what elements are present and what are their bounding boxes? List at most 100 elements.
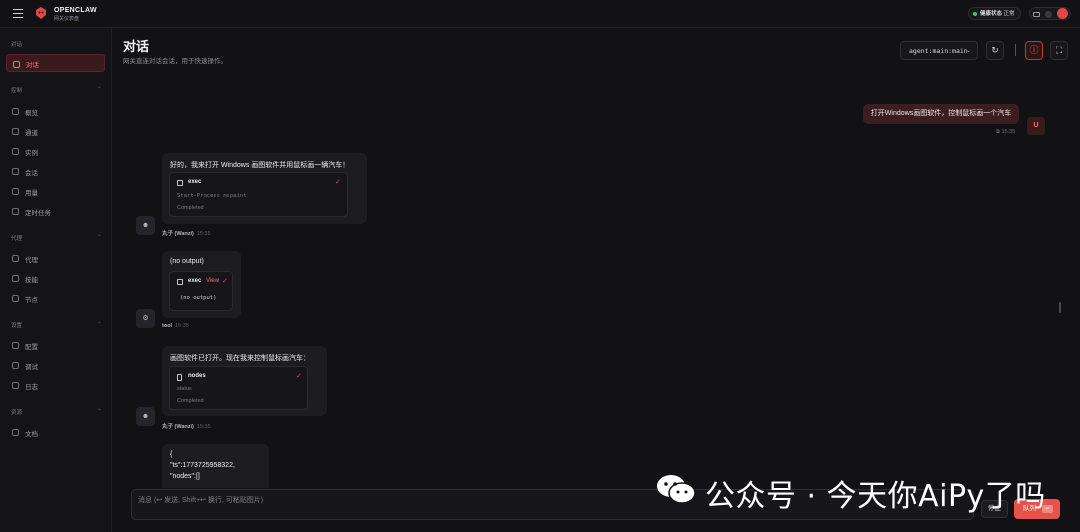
tool-avatar: ⚙ [136,309,155,328]
assistant-message: 画图软件已打开。现在我来控制鼠标画汽车： nodes ✓ status Comp… [162,346,327,416]
sidebar-item-config[interactable]: 配置 [6,336,105,354]
check-icon: ✓ [296,373,302,380]
section-title: 代理 [11,236,23,242]
message-meta: 丸子 (Wanzi) 15:35 [162,422,211,430]
book-icon [12,429,19,436]
sidebar-item-label: 定时任务 [25,210,51,217]
sender-name: 丸子 (Wanzi) [162,424,194,430]
sender-name: tool [162,323,173,329]
page-title: 对话 [123,39,150,54]
copy-icon[interactable]: ⧉ [996,129,1000,135]
sidebar-item-label: 概览 [25,110,38,117]
wechat-icon [657,475,696,504]
sidebar-section-control[interactable]: 控制 ⌃ [11,86,102,94]
agent-select-value: agent:main:main [909,47,968,55]
sidebar-item-nodes[interactable]: 节点 [6,289,105,307]
monitor-icon[interactable] [1033,12,1040,17]
sidebar: 对话 对话 控制 ⌃ 概览 通道 实例 会话 用量 定时任务 代理 ⌃ 代理 技… [0,28,112,532]
brand-subtitle: 网关仪表盘 [54,16,80,22]
sidebar-section-resources[interactable]: 资源 ⌃ [11,408,102,416]
sidebar-item-overview[interactable]: 概览 [6,102,105,120]
chart-icon [12,108,19,115]
sidebar-item-label: 日志 [25,384,38,391]
sidebar-item-cron[interactable]: 定时任务 [6,202,105,220]
json-line: "nodes":[] [170,473,200,480]
message-time: 15:35 [196,231,211,237]
sidebar-item-label: 用量 [25,190,38,197]
health-value: 正常 [1003,11,1015,17]
message-text: (no output) [170,258,204,265]
clock-icon [12,208,19,215]
sidebar-item-channels[interactable]: 通道 [6,122,105,140]
copy-icon [177,279,183,285]
radio-icon [12,148,19,155]
json-line: { [170,451,173,458]
user-avatar: U [1027,117,1045,135]
tool-name: exec [188,179,202,185]
health-label: 健康状态 [980,11,1003,17]
tool-message: (no output) exec View ✓ (no output) [162,251,241,318]
assistant-avatar: ☻ [136,216,155,235]
sidebar-item-label: 对话 [26,62,39,69]
phone-icon [177,374,182,381]
sidebar-item-label: 实例 [25,150,38,157]
divider [1015,44,1016,56]
status-dot-icon [973,12,977,16]
menu-icon[interactable] [13,9,23,18]
sidebar-item-instances[interactable]: 实例 [6,142,105,160]
sidebar-section-agents[interactable]: 代理 ⌃ [11,234,102,242]
document-icon [12,168,19,175]
bot-icon: ☻ [141,413,150,420]
chat-icon [13,61,20,68]
view-link[interactable]: View [206,278,219,284]
sidebar-item-docs[interactable]: 文档 [6,423,105,441]
tool-detail: Start-Process mspaint [177,193,247,199]
tool-card[interactable]: exec ✓ Start-Process mspaint Completed [169,172,348,217]
power-icon: ⓘ [1029,45,1039,55]
tool-card[interactable]: nodes ✓ status Completed [169,366,308,410]
sidebar-item-sessions[interactable]: 会话 [6,162,105,180]
user-message-meta: ⧉ 15:35 [996,129,1015,136]
sidebar-item-label: 会话 [25,170,38,177]
expand-icon: ⛶ [1055,45,1063,55]
sender-name: 丸子 (Wanzi) [162,231,194,237]
message-time: 15:35 [196,424,211,430]
sidebar-section-settings[interactable]: 设置 ⌃ [11,321,102,329]
refresh-icon: ↻ [991,45,999,55]
sparkle-icon [12,275,19,282]
sidebar-item-logs[interactable]: 日志 [6,376,105,394]
page-subtitle: 网关直连对话会话，用于快速操作。 [123,58,227,65]
openclaw-logo [36,7,46,19]
sidebar-item-agents[interactable]: 代理 [6,249,105,267]
bar-chart-icon [12,188,19,195]
health-status-badge: 健康状态 正常 [968,7,1021,20]
scrollbar[interactable] [1059,302,1061,313]
tool-name: nodes [188,373,206,379]
tool-detail: status [177,386,192,392]
tool-card[interactable]: exec View ✓ (no output) [169,271,233,311]
assistant-avatar: ☻ [136,407,155,426]
chevron-down-icon: ⌄ [965,48,971,54]
message-time: 15:35 [175,323,189,329]
tool-name: exec [188,278,202,284]
user-avatar-icon[interactable] [1057,8,1068,19]
bot-icon: ☻ [141,222,150,229]
section-title: 资源 [11,410,23,416]
focus-toggle-button[interactable]: ⓘ [1025,41,1043,60]
user-message-bubble: 打开Windows画图软件，控制鼠标画一个汽车 [863,104,1019,124]
sidebar-item-chat[interactable]: 对话 [6,54,105,72]
tool-status: Completed [177,205,204,211]
refresh-button[interactable]: ↻ [986,41,1004,60]
sidebar-section-chat: 对话 [11,42,23,48]
brand-name: OPENCLAW [54,7,97,14]
json-line: "ts":1773725958322, [170,462,235,469]
tool-detail: (no output) [180,295,217,301]
message-time: 15:35 [1001,129,1016,135]
theme-icon[interactable] [1045,11,1052,18]
sidebar-item-debug[interactable]: 调试 [6,356,105,374]
agent-select[interactable]: agent:main:main ⌄ [900,41,978,60]
fullscreen-button[interactable]: ⛶ [1050,41,1068,60]
bug-icon [12,362,19,369]
sidebar-item-usage[interactable]: 用量 [6,182,105,200]
sidebar-item-skills[interactable]: 技能 [6,269,105,287]
